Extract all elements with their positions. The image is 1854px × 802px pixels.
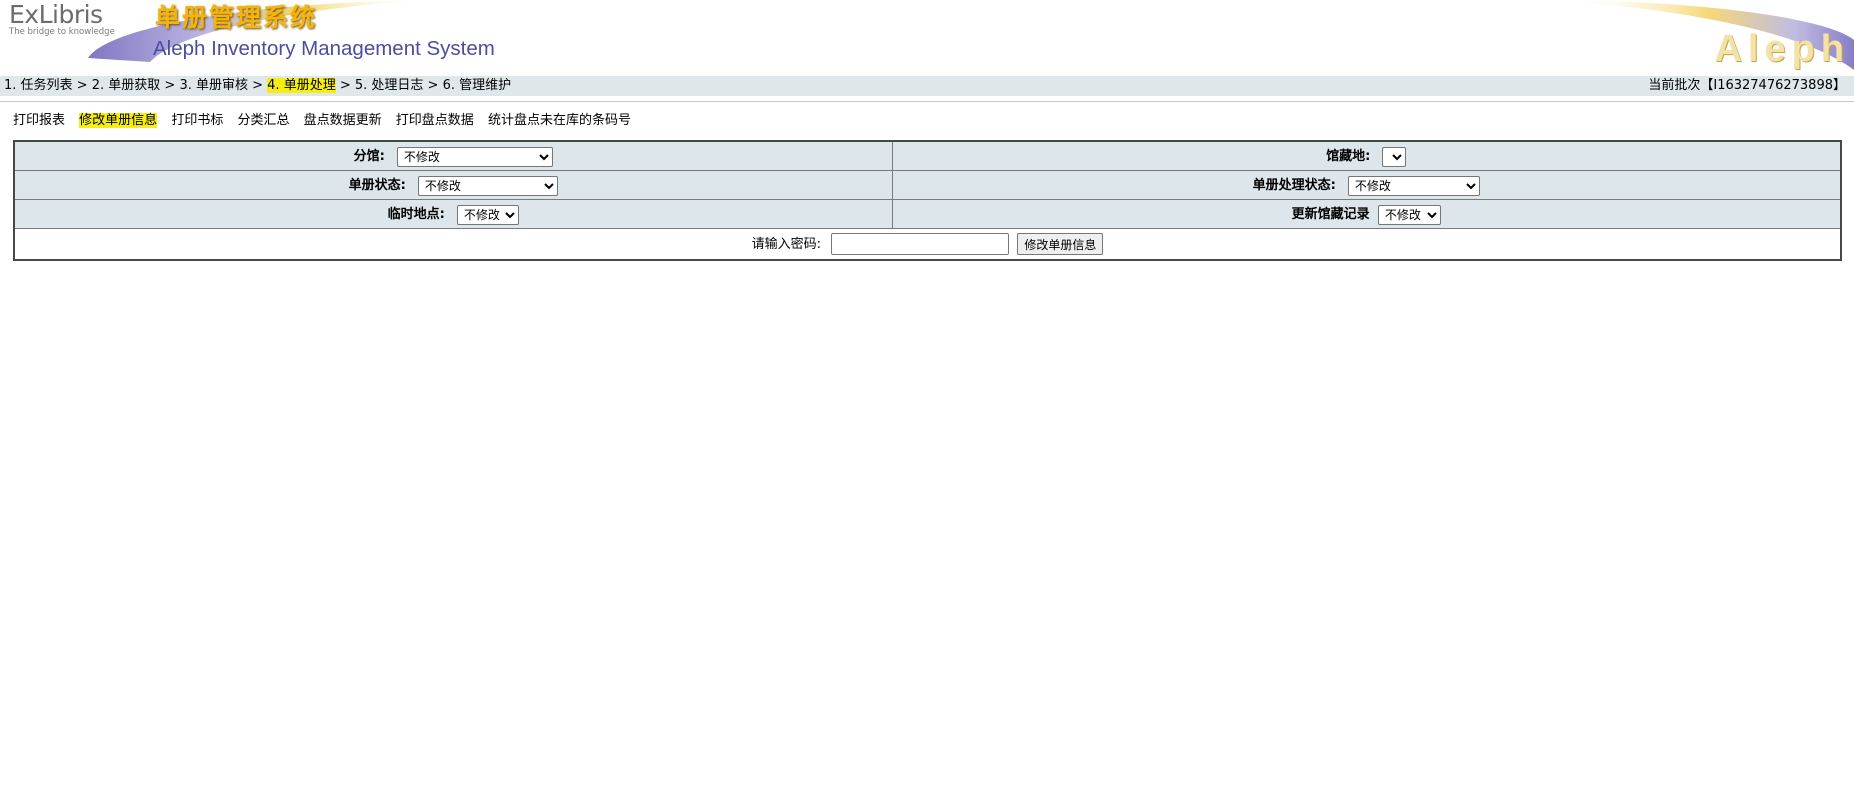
menu-print-report[interactable]: 打印报表 — [13, 113, 65, 128]
update-holdings-select[interactable]: 不修改 — [1377, 204, 1441, 225]
menu-print-spine-label[interactable]: 打印书标 — [171, 113, 223, 128]
function-menu: 打印报表 修改单册信息 打印书标 分类汇总 盘点数据更新 打印盘点数据 统计盘点… — [13, 111, 641, 131]
update-holdings-cell: 更新馆藏记录 不修改 — [891, 199, 1842, 229]
branch-label: 分馆: — [353, 149, 385, 165]
breadcrumb-step-admin[interactable]: 6. 管理维护 — [443, 78, 512, 93]
breadcrumb-step-task-list[interactable]: 1. 任务列表 — [4, 78, 73, 93]
header-banner: ExLibris The bridge to knowledge 单册管理系统 … — [0, 0, 1854, 74]
branch-cell: 分馆: 不修改 — [13, 140, 893, 171]
form-row: 分馆: 不修改 馆藏地: — [13, 140, 1842, 171]
exlibris-logo: ExLibris The bridge to knowledge — [9, 0, 115, 37]
menu-modify-item-info[interactable]: 修改单册信息 — [79, 113, 158, 128]
menu-print-inventory-data[interactable]: 打印盘点数据 — [396, 113, 474, 128]
divider — [0, 101, 1854, 102]
breadcrumb-separator: > — [423, 78, 443, 93]
password-cell: 请输入密码: 修改单册信息 — [13, 228, 1842, 261]
temp-location-cell: 临时地点: 不修改 — [13, 199, 893, 229]
form-row: 请输入密码: 修改单册信息 — [13, 228, 1842, 261]
collection-label: 馆藏地: — [1326, 149, 1371, 165]
password-input[interactable] — [831, 233, 1010, 256]
temp-location-select[interactable]: 不修改 — [456, 204, 519, 225]
aleph-logo: Aleph — [1714, 28, 1850, 70]
breadcrumb-step-process-log[interactable]: 5. 处理日志 — [355, 78, 424, 93]
menu-category-summary[interactable]: 分类汇总 — [237, 113, 289, 128]
form-row: 临时地点: 不修改 更新馆藏记录 不修改 — [13, 199, 1842, 229]
system-title-cn: 单册管理系统 — [155, 3, 318, 32]
breadcrumb: 1. 任务列表 > 2. 单册获取 > 3. 单册审核 > 4. 单册处理 > … — [4, 76, 511, 96]
collection-cell: 馆藏地: — [891, 140, 1842, 171]
menu-missing-barcodes[interactable]: 统计盘点未在库的条码号 — [488, 113, 631, 128]
menu-inventory-update[interactable]: 盘点数据更新 — [304, 113, 382, 128]
breadcrumb-step-item-fetch[interactable]: 2. 单册获取 — [92, 78, 161, 93]
modify-item-submit-button[interactable]: 修改单册信息 — [1017, 233, 1104, 256]
current-batch: 当前批次【I16327476273898】 — [1648, 78, 1846, 93]
breadcrumb-step-item-review[interactable]: 3. 单册审核 — [179, 78, 248, 93]
breadcrumb-step-item-process[interactable]: 4. 单册处理 — [267, 78, 336, 93]
update-holdings-label: 更新馆藏记录 — [1291, 207, 1370, 223]
item-status-cell: 单册状态: 不修改 — [13, 170, 893, 200]
breadcrumb-separator: > — [247, 78, 268, 93]
brand-tagline: The bridge to knowledge — [9, 27, 115, 37]
breadcrumb-separator: > — [72, 78, 92, 93]
system-title-en: Aleph Inventory Management System — [153, 37, 495, 60]
modify-item-form: 分馆: 不修改 馆藏地: 单册状态: 不修改 单册处理状态: 不修改 临时地点:… — [13, 140, 1842, 261]
item-status-label: 单册状态: — [348, 178, 406, 194]
process-status-select[interactable]: 不修改 — [1347, 175, 1480, 196]
breadcrumb-separator: > — [335, 78, 355, 93]
form-row: 单册状态: 不修改 单册处理状态: 不修改 — [13, 170, 1842, 200]
breadcrumb-bar: 1. 任务列表 > 2. 单册获取 > 3. 单册审核 > 4. 单册处理 > … — [0, 76, 1854, 96]
collection-select[interactable] — [1382, 146, 1407, 167]
process-status-label: 单册处理状态: — [1252, 178, 1336, 194]
temp-location-label: 临时地点: — [387, 207, 445, 223]
brand-name: ExLibris — [9, 0, 103, 29]
process-status-cell: 单册处理状态: 不修改 — [891, 170, 1842, 200]
password-label: 请输入密码: — [751, 236, 822, 252]
branch-select[interactable]: 不修改 — [396, 146, 553, 167]
item-status-select[interactable]: 不修改 — [417, 175, 558, 196]
breadcrumb-separator: > — [160, 78, 180, 93]
